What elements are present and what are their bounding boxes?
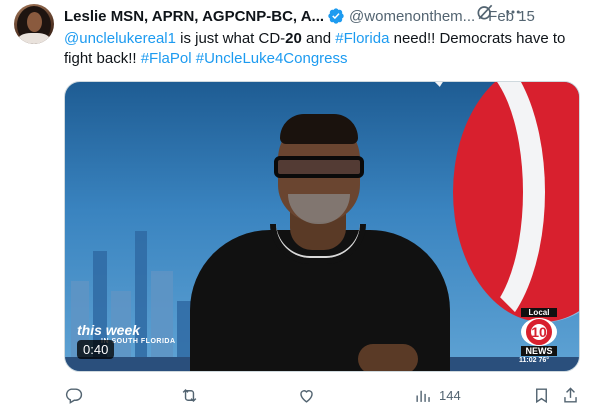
station-time-temp: 11:02 76° bbox=[519, 357, 550, 364]
share-icon bbox=[564, 386, 577, 403]
author-avatar[interactable] bbox=[14, 4, 54, 44]
like-button[interactable] bbox=[297, 384, 316, 406]
like-icon bbox=[300, 389, 313, 403]
reply-icon bbox=[65, 387, 83, 404]
views-icon bbox=[416, 390, 430, 402]
author-display-name[interactable]: Leslie MSN, APRN, AGPCNP-BC, A... bbox=[64, 8, 324, 25]
more-options-icon[interactable] bbox=[502, 1, 524, 23]
bookmark-button[interactable] bbox=[532, 384, 551, 406]
views-button[interactable]: 144 bbox=[414, 384, 461, 406]
verified-badge-icon bbox=[327, 7, 345, 25]
retweet-button[interactable] bbox=[180, 384, 199, 406]
guest-person bbox=[190, 112, 490, 371]
views-count: 144 bbox=[439, 387, 461, 403]
guest-glasses bbox=[274, 156, 364, 178]
tweet-text: @unclelukereal1 is just what CD-20 and #… bbox=[64, 29, 580, 69]
station-news-label: NEWS bbox=[521, 346, 557, 356]
bookmark-icon bbox=[536, 387, 547, 403]
station-local-label: Local bbox=[521, 308, 557, 317]
share-button[interactable] bbox=[561, 384, 580, 406]
hashtag-flapol[interactable]: #FlaPol bbox=[141, 50, 192, 67]
video-player[interactable]: this week IN SOUTH FLORIDA 0:40 Local 10… bbox=[64, 81, 580, 372]
tweet-text-part: and bbox=[301, 30, 336, 47]
hashtag-florida[interactable]: #Florida bbox=[335, 30, 389, 47]
guest-hair bbox=[280, 114, 358, 144]
reply-button[interactable] bbox=[64, 384, 83, 406]
guest-hands bbox=[358, 344, 418, 371]
avatar-face bbox=[27, 12, 42, 32]
mention-link[interactable]: @unclelukereal1 bbox=[64, 30, 176, 47]
hashtag-campaign[interactable]: #UncleLuke4Congress bbox=[196, 50, 348, 67]
tweet-text-part: is just what CD- bbox=[175, 30, 286, 47]
retweet-icon bbox=[182, 388, 197, 402]
station-number: 10 bbox=[531, 324, 547, 340]
station-logo: 10 bbox=[521, 318, 557, 346]
tweet-actions: 144 bbox=[64, 382, 584, 408]
grok-icon[interactable] bbox=[474, 1, 496, 23]
station-bug: Local 10 NEWS 11:02 76° bbox=[519, 308, 559, 366]
district-number: 20 bbox=[285, 30, 302, 47]
show-logo: this week bbox=[77, 322, 141, 338]
video-duration: 0:40 bbox=[77, 340, 115, 359]
avatar-shirt bbox=[18, 33, 50, 44]
author-handle[interactable]: @womenonthem... bbox=[349, 8, 475, 25]
